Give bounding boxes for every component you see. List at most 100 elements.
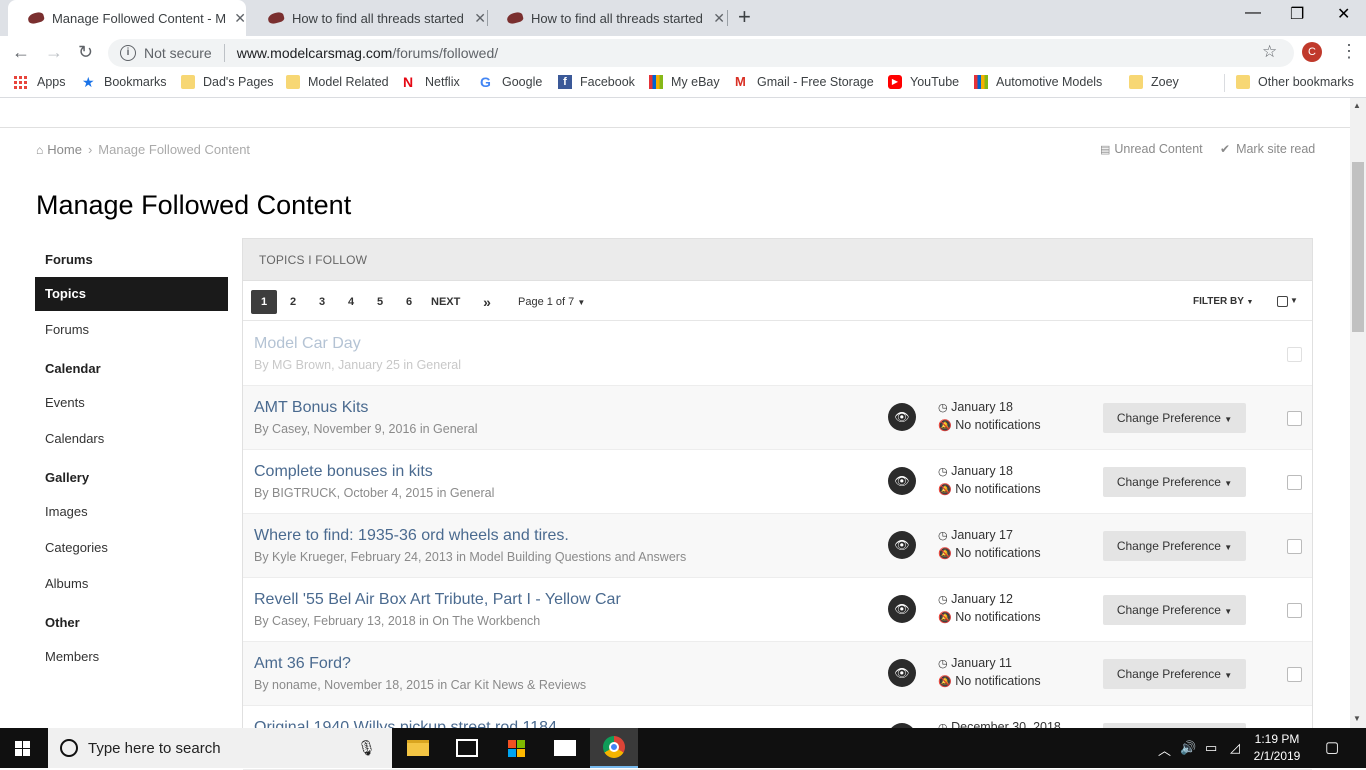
topic-title[interactable]: Revell '55 Bel Air Box Art Tribute, Part… xyxy=(254,591,621,609)
topic-checkbox[interactable] xyxy=(1287,667,1302,682)
action-center-icon[interactable]: ▢ xyxy=(1325,738,1339,756)
caret-down-icon[interactable]: ▼ xyxy=(1290,296,1298,305)
topic-checkbox[interactable] xyxy=(1287,539,1302,554)
info-icon[interactable]: i xyxy=(120,45,136,61)
page-1-button[interactable]: 1 xyxy=(251,290,277,314)
bookmark-facebook[interactable]: f Facebook xyxy=(558,75,635,89)
topic-checkbox[interactable] xyxy=(1287,411,1302,426)
sidebar-item-images[interactable]: Images xyxy=(45,504,88,519)
topic-title[interactable]: AMT Bonus Kits xyxy=(254,399,368,417)
topic-title[interactable]: Where to find: 1935-36 ord wheels and ti… xyxy=(254,527,569,545)
last-page-button[interactable]: » xyxy=(474,290,500,314)
address-separator xyxy=(223,44,225,62)
address-bar[interactable]: i Not secure www.modelcarsmag.com /forum… xyxy=(108,39,1294,67)
topic-checkbox[interactable] xyxy=(1287,347,1302,362)
bookmark-bookmarks[interactable]: ★ Bookmarks xyxy=(82,75,167,89)
scroll-up-icon[interactable]: ▲ xyxy=(1353,101,1361,110)
topic-checkbox[interactable] xyxy=(1287,603,1302,618)
file-explorer-icon[interactable] xyxy=(394,728,442,768)
bookmark-netflix[interactable]: N Netflix xyxy=(403,75,460,89)
change-preference-button[interactable]: Change Preference ▼ xyxy=(1103,595,1246,625)
close-icon[interactable]: ✕ xyxy=(234,10,246,27)
volume-icon[interactable]: 🔊 xyxy=(1180,740,1196,756)
cortana-icon xyxy=(60,739,78,757)
minimize-button[interactable]: — xyxy=(1245,4,1261,22)
back-arrow-icon[interactable]: ← xyxy=(12,42,30,63)
tab-find-threads-2[interactable]: How to find all threads started by ✕ xyxy=(487,0,725,36)
sidebar-item-albums[interactable]: Albums xyxy=(45,576,88,591)
checkmark-icon: ✔ xyxy=(1220,142,1231,156)
sidebar-item-forums[interactable]: Forums xyxy=(45,322,89,337)
notification-status: 🔕 No notifications xyxy=(938,418,1041,432)
bookmark-automotive-models[interactable]: Automotive Models & xyxy=(974,75,1104,89)
mail-icon[interactable] xyxy=(541,728,589,768)
close-icon[interactable]: ✕ xyxy=(713,10,725,27)
restore-button[interactable]: ❐ xyxy=(1290,4,1304,24)
bookmark-my-ebay[interactable]: My eBay xyxy=(649,75,720,89)
sidebar-item-topics[interactable]: Topics xyxy=(35,277,228,311)
bookmark-other[interactable]: Other bookmarks xyxy=(1236,75,1354,89)
topic-title[interactable]: Model Car Day xyxy=(254,335,361,353)
bookmark-zoey[interactable]: Zoey xyxy=(1129,75,1179,89)
mark-site-read-link[interactable]: ✔ Mark site read xyxy=(1220,142,1315,156)
taskbar-search[interactable]: Type here to search 🎙 xyxy=(48,728,392,768)
bookmark-youtube[interactable]: ▶ YouTube xyxy=(888,75,959,89)
url-path: /forums/followed/ xyxy=(392,45,499,61)
sidebar-item-events[interactable]: Events xyxy=(45,395,85,410)
page-3-button[interactable]: 3 xyxy=(309,290,335,314)
browser-menu-icon[interactable]: ⋮ xyxy=(1340,42,1358,60)
folder-icon xyxy=(286,75,300,89)
new-tab-button[interactable]: + xyxy=(738,4,751,30)
system-clock[interactable]: 1:19 PM 2/1/2019 xyxy=(1252,731,1302,765)
topic-checkbox[interactable] xyxy=(1287,475,1302,490)
bookmark-dads-pages[interactable]: Dad's Pages xyxy=(181,75,273,89)
breadcrumb-current: Manage Followed Content xyxy=(98,142,251,157)
microphone-icon[interactable]: 🎙 xyxy=(357,739,376,757)
close-window-button[interactable]: ✕ xyxy=(1337,4,1350,24)
sidebar-item-members[interactable]: Members xyxy=(45,649,99,664)
sidebar-item-calendars[interactable]: Calendars xyxy=(45,431,104,446)
bookmark-star-icon[interactable]: ☆ xyxy=(1262,42,1277,62)
breadcrumb: ⌂ Home › Manage Followed Content xyxy=(36,142,250,157)
next-page-button[interactable]: NEXT xyxy=(431,290,460,314)
forward-arrow-icon[interactable]: → xyxy=(45,42,63,63)
change-preference-button[interactable]: Change Preference ▼ xyxy=(1103,403,1246,433)
bookmark-model-related[interactable]: Model Related xyxy=(286,75,389,89)
change-preference-button[interactable]: Change Preference ▼ xyxy=(1103,659,1246,689)
change-preference-button[interactable]: Change Preference ▼ xyxy=(1103,467,1246,497)
bookmark-apps[interactable]: Apps xyxy=(14,75,66,89)
windows-start-icon[interactable] xyxy=(15,741,30,756)
breadcrumb-home[interactable]: Home xyxy=(47,142,82,157)
scroll-down-icon[interactable]: ▼ xyxy=(1353,714,1361,723)
topic-title[interactable]: Complete bonuses in kits xyxy=(254,463,433,481)
profile-avatar[interactable]: C xyxy=(1302,42,1322,62)
anonymous-eye-icon: 👁 xyxy=(888,403,916,431)
page-jump-dropdown[interactable]: Page 1 of 7 ▼ xyxy=(518,290,585,315)
filter-by-dropdown[interactable]: FILTER BY ▼ xyxy=(1193,290,1253,315)
tab-manage-followed[interactable]: Manage Followed Content - Mod ✕ xyxy=(8,0,246,36)
page-5-button[interactable]: 5 xyxy=(367,290,393,314)
bookmark-gmail[interactable]: M Gmail - Free Storage xyxy=(735,75,874,90)
select-all-checkbox[interactable] xyxy=(1277,296,1288,307)
close-icon[interactable]: ✕ xyxy=(474,10,486,27)
page-4-button[interactable]: 4 xyxy=(338,290,364,314)
wifi-icon[interactable]: ◿ xyxy=(1230,740,1240,756)
caret-down-icon: ▼ xyxy=(1224,479,1233,488)
tab-find-threads-1[interactable]: How to find all threads started by ✕ xyxy=(248,0,486,36)
change-preference-button[interactable]: Change Preference ▼ xyxy=(1103,531,1246,561)
battery-icon[interactable]: ▭ xyxy=(1205,740,1217,756)
reload-icon[interactable]: ↻ xyxy=(78,42,93,63)
page-6-button[interactable]: 6 xyxy=(396,290,422,314)
bookmark-google[interactable]: G Google xyxy=(480,75,542,89)
unread-content-link[interactable]: ▤ Unread Content xyxy=(1100,142,1203,156)
photos-icon[interactable] xyxy=(443,728,491,768)
store-icon[interactable] xyxy=(492,728,540,768)
tab-title: How to find all threads started by xyxy=(291,10,467,26)
show-hidden-icons-icon[interactable]: ︿ xyxy=(1158,740,1171,759)
page-2-button[interactable]: 2 xyxy=(280,290,306,314)
follow-date: ◷ January 18 xyxy=(938,464,1013,478)
scrollbar-thumb[interactable] xyxy=(1352,162,1364,332)
chrome-taskbar-icon[interactable] xyxy=(590,728,638,768)
sidebar-item-categories[interactable]: Categories xyxy=(45,540,108,555)
topic-title[interactable]: Amt 36 Ford? xyxy=(254,655,351,673)
